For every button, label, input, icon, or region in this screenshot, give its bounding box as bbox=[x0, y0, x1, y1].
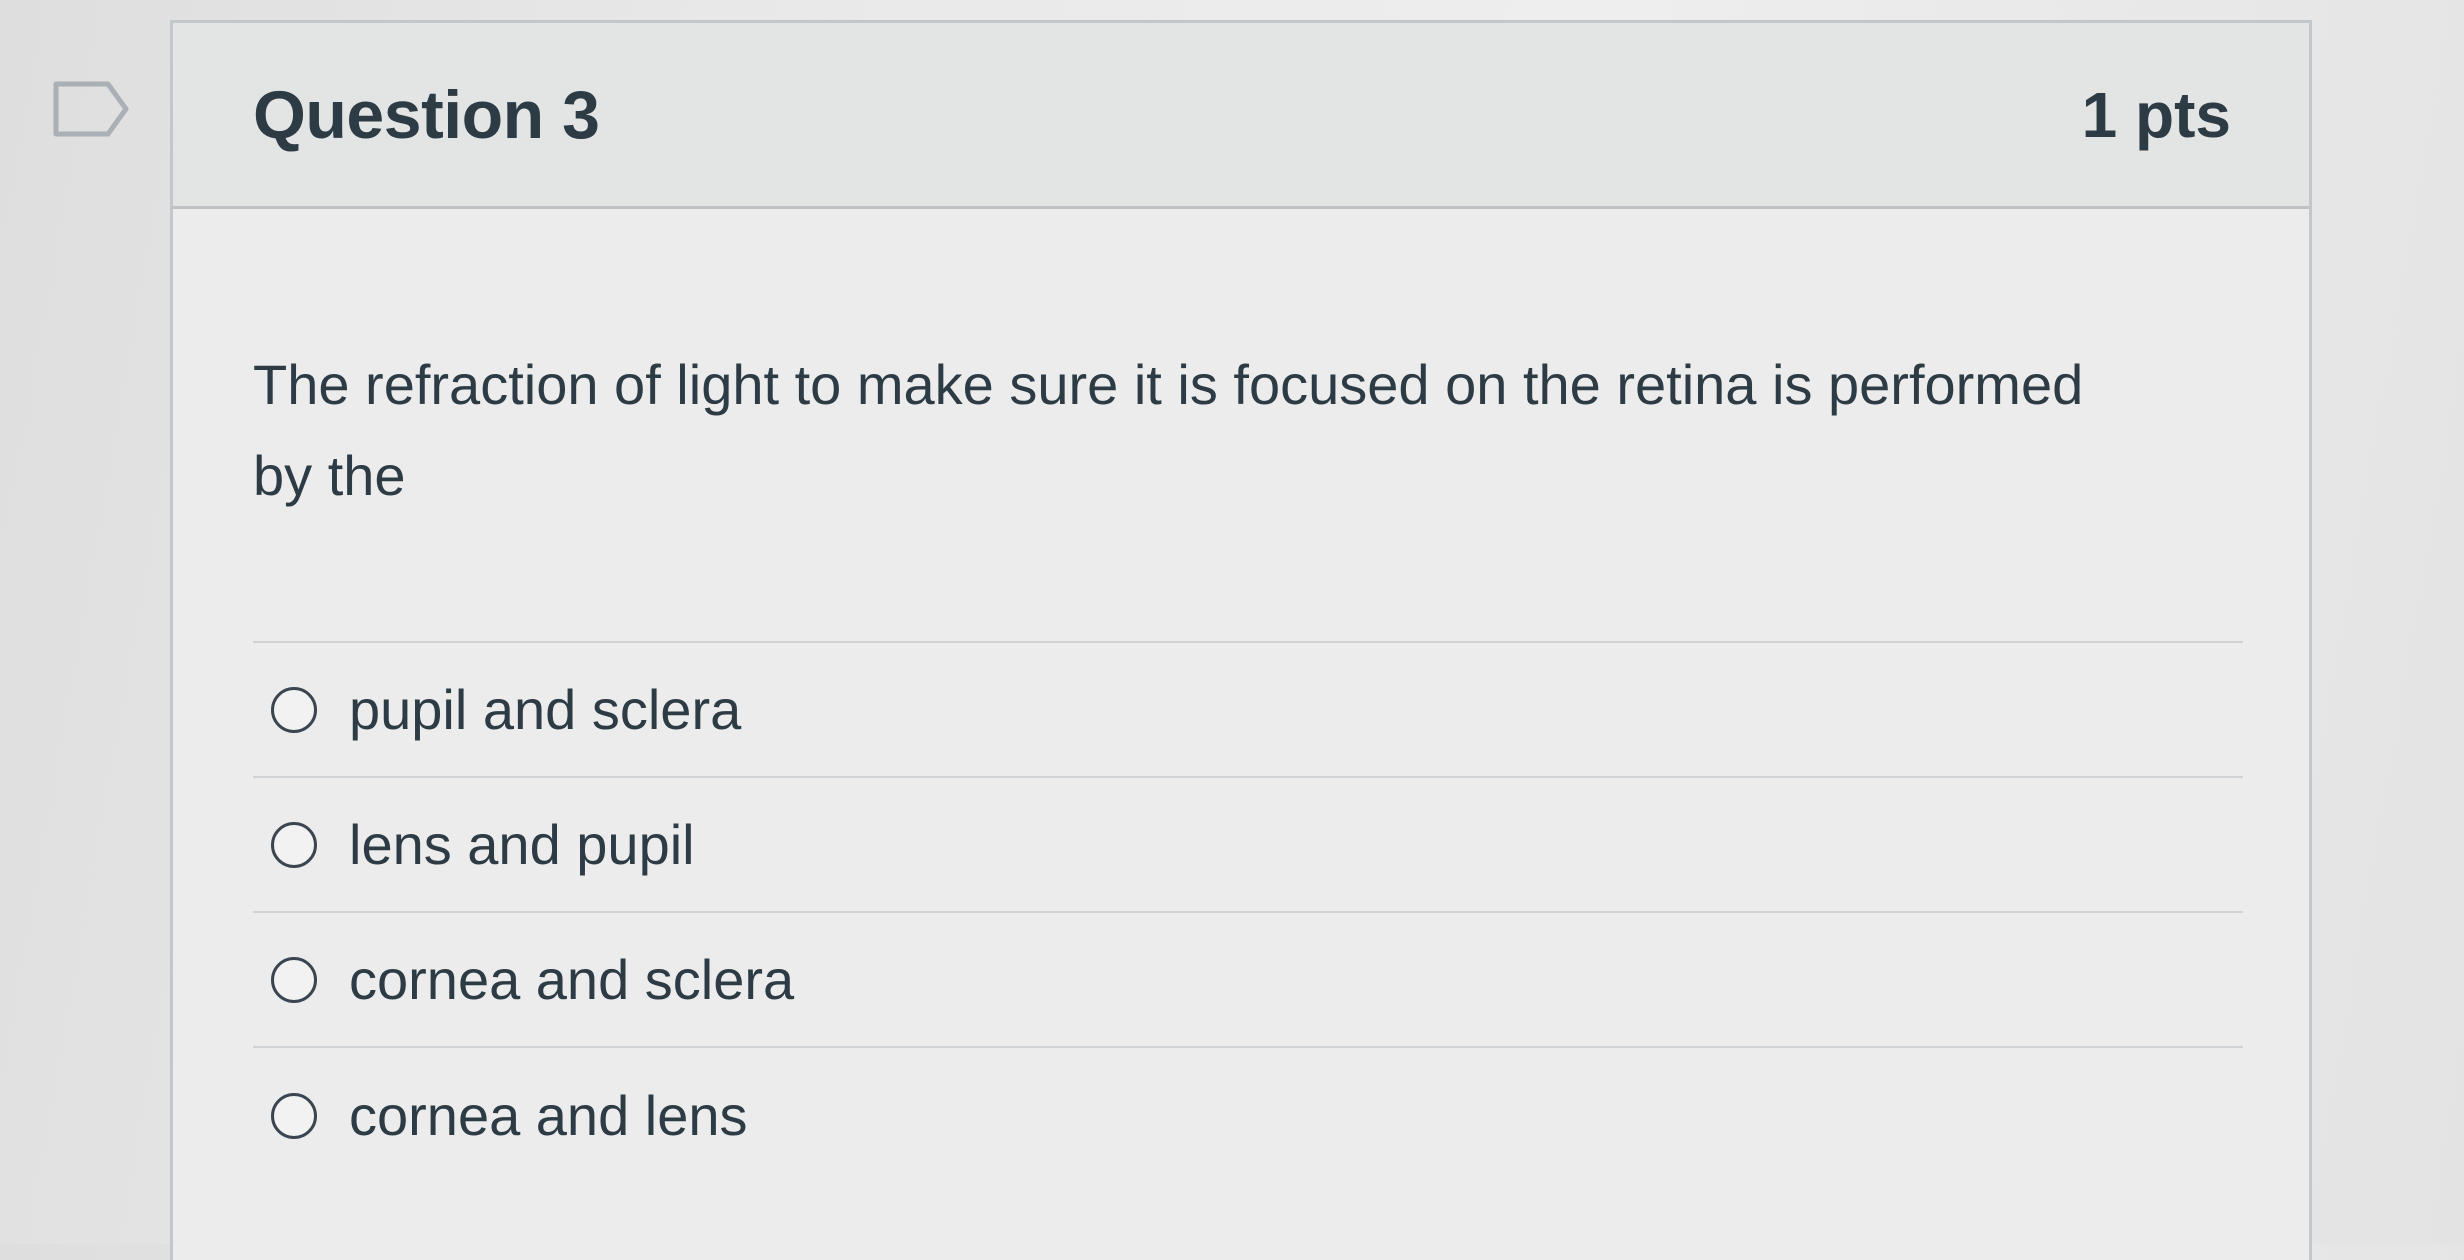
question-header: Question 3 1 pts bbox=[173, 23, 2309, 209]
answer-option[interactable]: cornea and sclera bbox=[253, 913, 2243, 1048]
bookmark-flag-icon[interactable] bbox=[52, 80, 132, 138]
answer-option[interactable]: cornea and lens bbox=[253, 1048, 2243, 1183]
radio-button[interactable] bbox=[271, 1092, 317, 1139]
question-text: The refraction of light to make sure it … bbox=[253, 353, 2084, 507]
answer-label[interactable]: cornea and sclera bbox=[349, 947, 794, 1012]
answer-label[interactable]: pupil and sclera bbox=[349, 677, 741, 742]
question-points: 1 pts bbox=[2081, 78, 2231, 151]
question-body: The refraction of light to make sure it … bbox=[173, 209, 2309, 1183]
radio-button[interactable] bbox=[271, 956, 317, 1003]
radio-button[interactable] bbox=[271, 686, 317, 733]
answer-list: pupil and sclera lens and pupil cornea a… bbox=[253, 641, 2243, 1183]
radio-button[interactable] bbox=[271, 821, 317, 868]
answer-label[interactable]: cornea and lens bbox=[349, 1083, 748, 1148]
answer-option[interactable]: lens and pupil bbox=[253, 778, 2243, 913]
question-card: Question 3 1 pts The refraction of light… bbox=[170, 20, 2312, 1260]
answer-option[interactable]: pupil and sclera bbox=[253, 643, 2243, 778]
question-title: Question 3 bbox=[253, 76, 600, 153]
answer-label[interactable]: lens and pupil bbox=[349, 812, 695, 877]
